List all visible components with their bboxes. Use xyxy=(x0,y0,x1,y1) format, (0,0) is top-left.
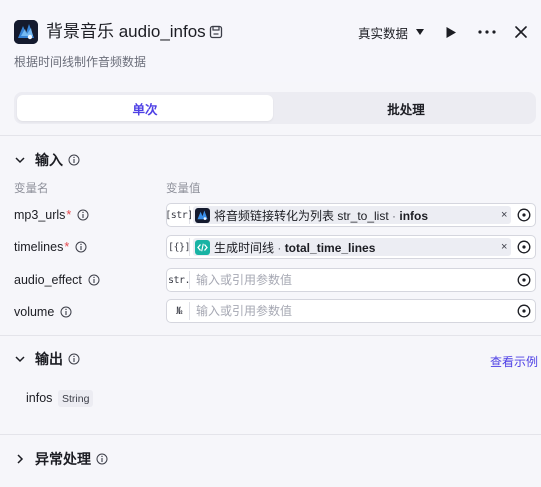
run-button[interactable] xyxy=(440,21,462,43)
code-icon xyxy=(195,239,210,255)
required-mark: * xyxy=(66,208,72,222)
param-name: audio_effect xyxy=(14,273,82,287)
info-icon[interactable] xyxy=(75,241,87,253)
node-description: 根据时间线制作音频数据 xyxy=(14,55,147,69)
node-app-icon xyxy=(195,207,210,223)
reference-chip[interactable]: 将音频链接转化为列表 str_to_list · infos xyxy=(193,206,511,224)
param-field-mp3-urls[interactable]: [str] 将音频链接转化为列表 str_to_list · infos × xyxy=(165,203,536,227)
param-name: volume xyxy=(14,305,55,319)
tab-single[interactable]: 单次 xyxy=(17,95,273,121)
reference-text: 生成时间线 · total_time_lines xyxy=(214,239,375,256)
input-section-title: 输入 xyxy=(35,152,63,168)
info-icon[interactable] xyxy=(88,274,100,286)
info-icon[interactable] xyxy=(77,209,89,221)
output-section-header[interactable]: 输出 xyxy=(14,349,80,369)
param-field-volume[interactable]: № 输入或引用参数值 xyxy=(166,299,536,323)
app-icon xyxy=(14,20,38,44)
chevron-down-icon xyxy=(15,157,25,164)
param-field-timelines[interactable]: [{}] 生成时间线 · total_time_lines × xyxy=(166,235,536,259)
info-icon[interactable] xyxy=(96,453,108,465)
save-icon[interactable] xyxy=(209,25,223,39)
column-header-value: 变量值 xyxy=(166,183,201,195)
input-placeholder[interactable]: 输入或引用参数值 xyxy=(196,304,292,318)
divider xyxy=(0,335,541,336)
caret-down-icon xyxy=(416,29,425,35)
node-header: 背景音乐 audio_infos 根据时间线制作音频数据 真实数据 xyxy=(0,0,541,82)
column-header-name: 变量名 xyxy=(14,183,49,195)
clear-icon[interactable]: × xyxy=(501,240,507,254)
target-icon[interactable] xyxy=(517,304,531,318)
required-mark: * xyxy=(64,240,70,254)
tab-batch[interactable]: 批处理 xyxy=(278,95,534,121)
input-section-header[interactable]: 输入 xyxy=(14,150,80,170)
param-label-mp3-urls: mp3_urls * xyxy=(14,207,89,223)
type-badge: [{}] xyxy=(168,238,191,256)
info-icon[interactable] xyxy=(60,306,72,318)
ref-field: infos xyxy=(399,208,429,223)
target-icon[interactable] xyxy=(517,240,531,254)
output-section-title: 输出 xyxy=(35,351,63,367)
target-icon[interactable] xyxy=(517,208,531,222)
play-icon xyxy=(446,26,456,38)
ref-separator: · xyxy=(388,208,400,223)
divider xyxy=(0,135,541,136)
data-source-select[interactable]: 真实数据 xyxy=(358,22,425,42)
info-icon[interactable] xyxy=(68,353,80,365)
type-badge: [str] xyxy=(165,206,193,224)
input-placeholder[interactable]: 输入或引用参数值 xyxy=(196,273,292,287)
more-button[interactable] xyxy=(476,21,498,43)
info-icon[interactable] xyxy=(68,154,80,166)
ref-field: total_time_lines xyxy=(284,240,376,255)
node-title: 背景音乐 audio_infos xyxy=(46,22,206,41)
ref-node: 生成时间线 xyxy=(214,240,275,255)
error-handling-section-header[interactable]: 异常处理 xyxy=(14,449,108,469)
type-badge: str. xyxy=(168,271,191,289)
chevron-right-icon xyxy=(17,454,24,464)
close-button[interactable] xyxy=(510,21,532,43)
param-label-volume: volume xyxy=(14,304,72,320)
data-source-label: 真实数据 xyxy=(358,26,409,41)
param-name: mp3_urls xyxy=(14,208,66,222)
close-icon xyxy=(515,26,527,38)
param-label-timelines: timelines * xyxy=(14,239,87,255)
ref-node: 将音频链接转化为列表 str_to_list xyxy=(214,208,389,223)
param-label-audio-effect: audio_effect xyxy=(14,272,100,288)
output-name: infos xyxy=(26,391,53,405)
reference-chip[interactable]: 生成时间线 · total_time_lines xyxy=(193,238,511,256)
more-icon xyxy=(478,30,496,34)
error-handling-title: 异常处理 xyxy=(35,451,91,467)
chevron-down-icon xyxy=(15,356,25,363)
target-icon[interactable] xyxy=(517,273,531,287)
clear-icon[interactable]: × xyxy=(501,208,507,222)
divider xyxy=(0,434,541,435)
param-name: timelines xyxy=(14,240,64,254)
ref-separator: · xyxy=(274,240,285,255)
mode-tabs: 单次 批处理 xyxy=(14,92,536,124)
reference-text: 将音频链接转化为列表 str_to_list · infos xyxy=(214,207,428,224)
type-badge: № xyxy=(169,302,190,320)
output-type-badge: String xyxy=(58,390,94,407)
param-field-audio-effect[interactable]: str. 输入或引用参数值 xyxy=(166,268,536,292)
view-example-link[interactable]: 查看示例 xyxy=(490,353,538,370)
